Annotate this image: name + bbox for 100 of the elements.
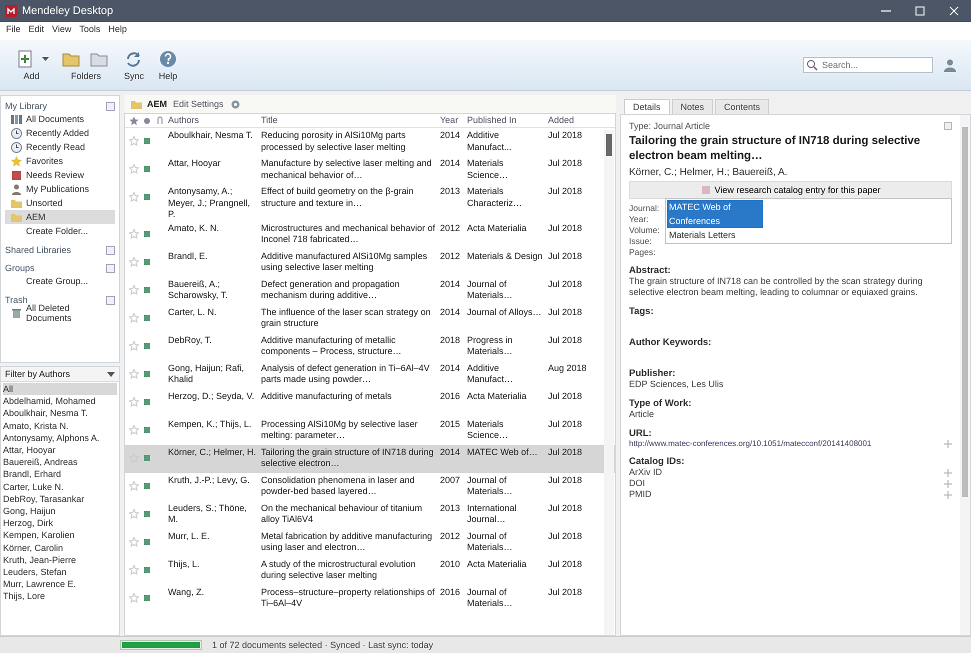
clock-icon — [10, 126, 23, 140]
section-heading: Trash — [5, 295, 28, 305]
edit-settings-button[interactable]: Edit Settings — [171, 99, 226, 109]
filter-item[interactable]: Attar, Hooyar — [3, 444, 117, 456]
filter-item[interactable]: Abdelhamid, Mohamed — [3, 395, 117, 408]
sidebar-item[interactable]: AEM — [5, 210, 115, 224]
sidebar-item[interactable]: My Publications — [5, 182, 115, 196]
filter-item[interactable]: Körner, Carolin — [3, 542, 117, 554]
document-row[interactable]: Thijs, L. A study of the microstructural evolution during selective laser melting 2010 Acta Materialia Jul 2018 — [125, 556, 615, 584]
sidebar-item[interactable]: Unsorted — [5, 196, 115, 210]
document-row[interactable]: Attar, Hooyar Manufacture by selective laser melting and mechanical behavior of… 2014 Materials Science… Jul 2018 — [125, 156, 615, 184]
filter-item[interactable]: Aboulkhair, Nesma T. — [3, 407, 117, 420]
maximize-icon — [914, 5, 926, 17]
document-row[interactable]: Wang, Z. Process–structure–property relationships of Ti–6Al–4V 2016 Journal of Materials… Jul 2018 — [125, 584, 615, 612]
filter-item[interactable]: Gong, Haijun — [3, 505, 117, 518]
document-row[interactable]: Leuders, S.; Thöne, M. On the mechanical behaviour of titanium alloy TiAl6V4 2013 International Journal… Jul 2018 — [125, 500, 615, 528]
filter-item[interactable]: Brandl, Erhard — [3, 468, 117, 481]
filter-item[interactable]: Herzog, Dirk — [3, 517, 117, 530]
tab[interactable]: Details — [624, 99, 670, 114]
sync-button[interactable]: Sync — [121, 47, 147, 83]
person-icon — [943, 58, 957, 72]
field-label: Year: — [629, 214, 650, 224]
table-cell-text: 2014 — [440, 306, 462, 318]
dropdown-option[interactable]: Materials Letters — [667, 228, 950, 242]
dropdown-option[interactable]: MATEC Web of Conferences — [667, 200, 764, 228]
column-header[interactable]: Year — [440, 114, 464, 126]
filter-item[interactable]: Leuders, Stefan — [3, 566, 117, 578]
column-header[interactable]: Published In — [467, 114, 545, 126]
column-header[interactable]: Added — [548, 114, 590, 126]
column-header[interactable]: Title — [261, 114, 437, 126]
filter-item[interactable]: Antonysamy, Alphons A. — [3, 432, 117, 444]
filter-item[interactable]: All — [3, 383, 117, 396]
unread-marker-icon — [142, 396, 152, 406]
folders-button[interactable]: Folders — [59, 47, 113, 83]
document-row[interactable]: Kruth, J.-P.; Levy, G. Consolidation phenomena in laser and powder-bed based layered… 2007 Journal of Materials… Jul 2018 — [125, 472, 615, 500]
help-button[interactable]: Help — [155, 47, 181, 83]
document-row[interactable]: Brandl, E. Additive manufactured AlSi10Mg samples using selective laser melting 2012 Materials & Design Jul 2018 — [125, 248, 615, 276]
document-row[interactable]: Gong, Haijun; Rafi, Khalid Analysis of defect generation in Ti–6Al–4V parts made using powder… 2014 Additive Manufact… Aug 2018 — [125, 360, 615, 388]
table-cell-text: 2014 — [440, 278, 462, 290]
sidebar-item[interactable]: Recently Read — [5, 140, 115, 154]
filter-item[interactable]: Murr, Lawrence E. — [3, 578, 117, 590]
scrollbar[interactable] — [604, 130, 614, 635]
document-authors: Körner, C.; Helmer, H.; Bauereiß, A. — [629, 167, 788, 178]
document-row[interactable]: Aboulkhair, Nesma T. Reducing porosity in AlSi10Mg parts processed by selective laser melting 2014 Additive Manufact... Jul 2018 — [125, 128, 615, 156]
status-text: 1 of 72 documents selected · Synced · Last sync: today — [212, 640, 434, 650]
add-button[interactable]: Add — [12, 47, 51, 83]
url-link[interactable]: http://www.matec-conferences.org/10.1051/matecconf/20141408001 — [629, 439, 872, 448]
filter-item[interactable]: Carter, Luke N. — [3, 480, 117, 493]
filter-item[interactable]: DebRoy, Tarasankar — [3, 492, 117, 506]
document-row[interactable]: Herzog, D.; Seyda, V. Additive manufacturing of metals 2016 Acta Materialia Jul 2018 — [125, 388, 615, 416]
document-row[interactable]: DebRoy, T. Additive manufacturing of metallic components – Process, structure… 2018 Progress in Materials… Jul 2018 — [125, 332, 615, 360]
section-heading: Shared Libraries — [5, 245, 72, 255]
menu-item[interactable]: Tools — [79, 24, 100, 38]
document-row[interactable]: Murr, L. E. Metal fabrication by additive manufacturing using laser and electron… 2012 Journal of Materials… Jul 2018 — [125, 528, 615, 556]
document-row[interactable]: Körner, C.; Helmer, H. Tailoring the grain structure of IN718 during selective electron… 2014 MATEC Web of… Jul 2018 — [125, 444, 615, 472]
sidebar-item[interactable]: Favorites — [5, 154, 115, 168]
filter-dropdown[interactable]: Filter by Authors — [1, 367, 119, 382]
sidebar-item[interactable]: Create Folder... — [5, 224, 115, 238]
sidebar-item[interactable]: All Deleted Documents — [5, 306, 115, 320]
column-header[interactable]: Authors — [168, 114, 258, 126]
sidebar-item[interactable]: Recently Added — [5, 126, 115, 140]
sidebar-item[interactable]: All Documents — [5, 112, 115, 126]
section-heading: Abstract: — [629, 265, 672, 276]
table-cell-text: 2013 — [440, 502, 462, 514]
table-cell-text: 2012 — [440, 530, 462, 542]
table-cell-text: Processing AlSi10Mg by selective laser melting: parameter… — [261, 418, 419, 442]
filter-item[interactable]: Amato, Krista N. — [3, 420, 117, 432]
sidebar-item[interactable]: Needs Review — [5, 168, 115, 182]
menu-item[interactable]: File — [6, 24, 21, 38]
document-type[interactable]: Type: Journal Article — [629, 121, 710, 131]
menu-item[interactable]: View — [52, 24, 72, 38]
favorite-star-icon — [129, 536, 139, 546]
favorite-star-icon — [129, 164, 139, 174]
table-cell-text: 2014 — [440, 157, 462, 170]
document-row[interactable]: Bauereiß, A.; Scharowsky, T. Defect generation and propagation mechanism during additive… 2014 Journal of Materials… Jul 2018 — [125, 276, 615, 304]
filter-item[interactable]: Thijs, Lore — [3, 590, 117, 603]
add-id-icon — [944, 468, 952, 476]
add-url-icon — [944, 440, 952, 448]
catalog-button[interactable]: View research catalog entry for this paper — [629, 181, 952, 199]
tab[interactable]: Contents — [715, 99, 770, 114]
search-field[interactable]: Search... — [803, 57, 933, 73]
table-cell-text: 2014 — [440, 129, 462, 142]
table-cell-text: Metal fabrication by additive manufacturing using laser and electron… — [261, 530, 434, 554]
table-cell-text: Effect of build geometry on the β-grain structure and texture in… — [261, 185, 415, 209]
tab[interactable]: Notes — [672, 99, 714, 114]
document-row[interactable]: Antonysamy, A.; Meyer, J.; Prangnell, P. Effect of build geometry on the β-grain structure and texture in… 2013 Materials Characteriz… Jul 2018 — [125, 184, 615, 220]
scrollbar[interactable] — [960, 115, 970, 635]
filter-item[interactable]: Kempen, Karolien — [3, 529, 117, 542]
document-row[interactable]: Kempen, K.; Thijs, L. Processing AlSi10Mg by selective laser melting: parameter… 2015 Materials Science… Jul 2018 — [125, 416, 615, 444]
filter-item[interactable]: Bauereiß, Andreas — [3, 456, 117, 468]
filter-item[interactable]: Kruth, Jean-Pierre — [3, 554, 117, 566]
sidebar-item[interactable]: Create Group... — [5, 274, 115, 288]
unread-marker-icon — [142, 564, 152, 574]
menu-item[interactable]: Edit — [28, 24, 44, 38]
document-row[interactable]: Carter, L. N. The influence of the laser scan strategy on grain structure 2014 Journal of Alloys… Jul 2018 — [125, 304, 615, 332]
document-row[interactable]: Amato, K. N. Microstructures and mechanical behavior of Inconel 718 fabricated… 2012 Acta Materialia Jul 2018 — [125, 220, 615, 248]
menu-item[interactable]: Help — [108, 24, 127, 38]
document-title: Tailoring the grain structure of IN718 during selective electron beam melting… — [629, 134, 922, 164]
table-cell-text: Attar, Hooyar — [168, 157, 222, 170]
table-cell-text: Jul 2018 — [548, 390, 584, 402]
